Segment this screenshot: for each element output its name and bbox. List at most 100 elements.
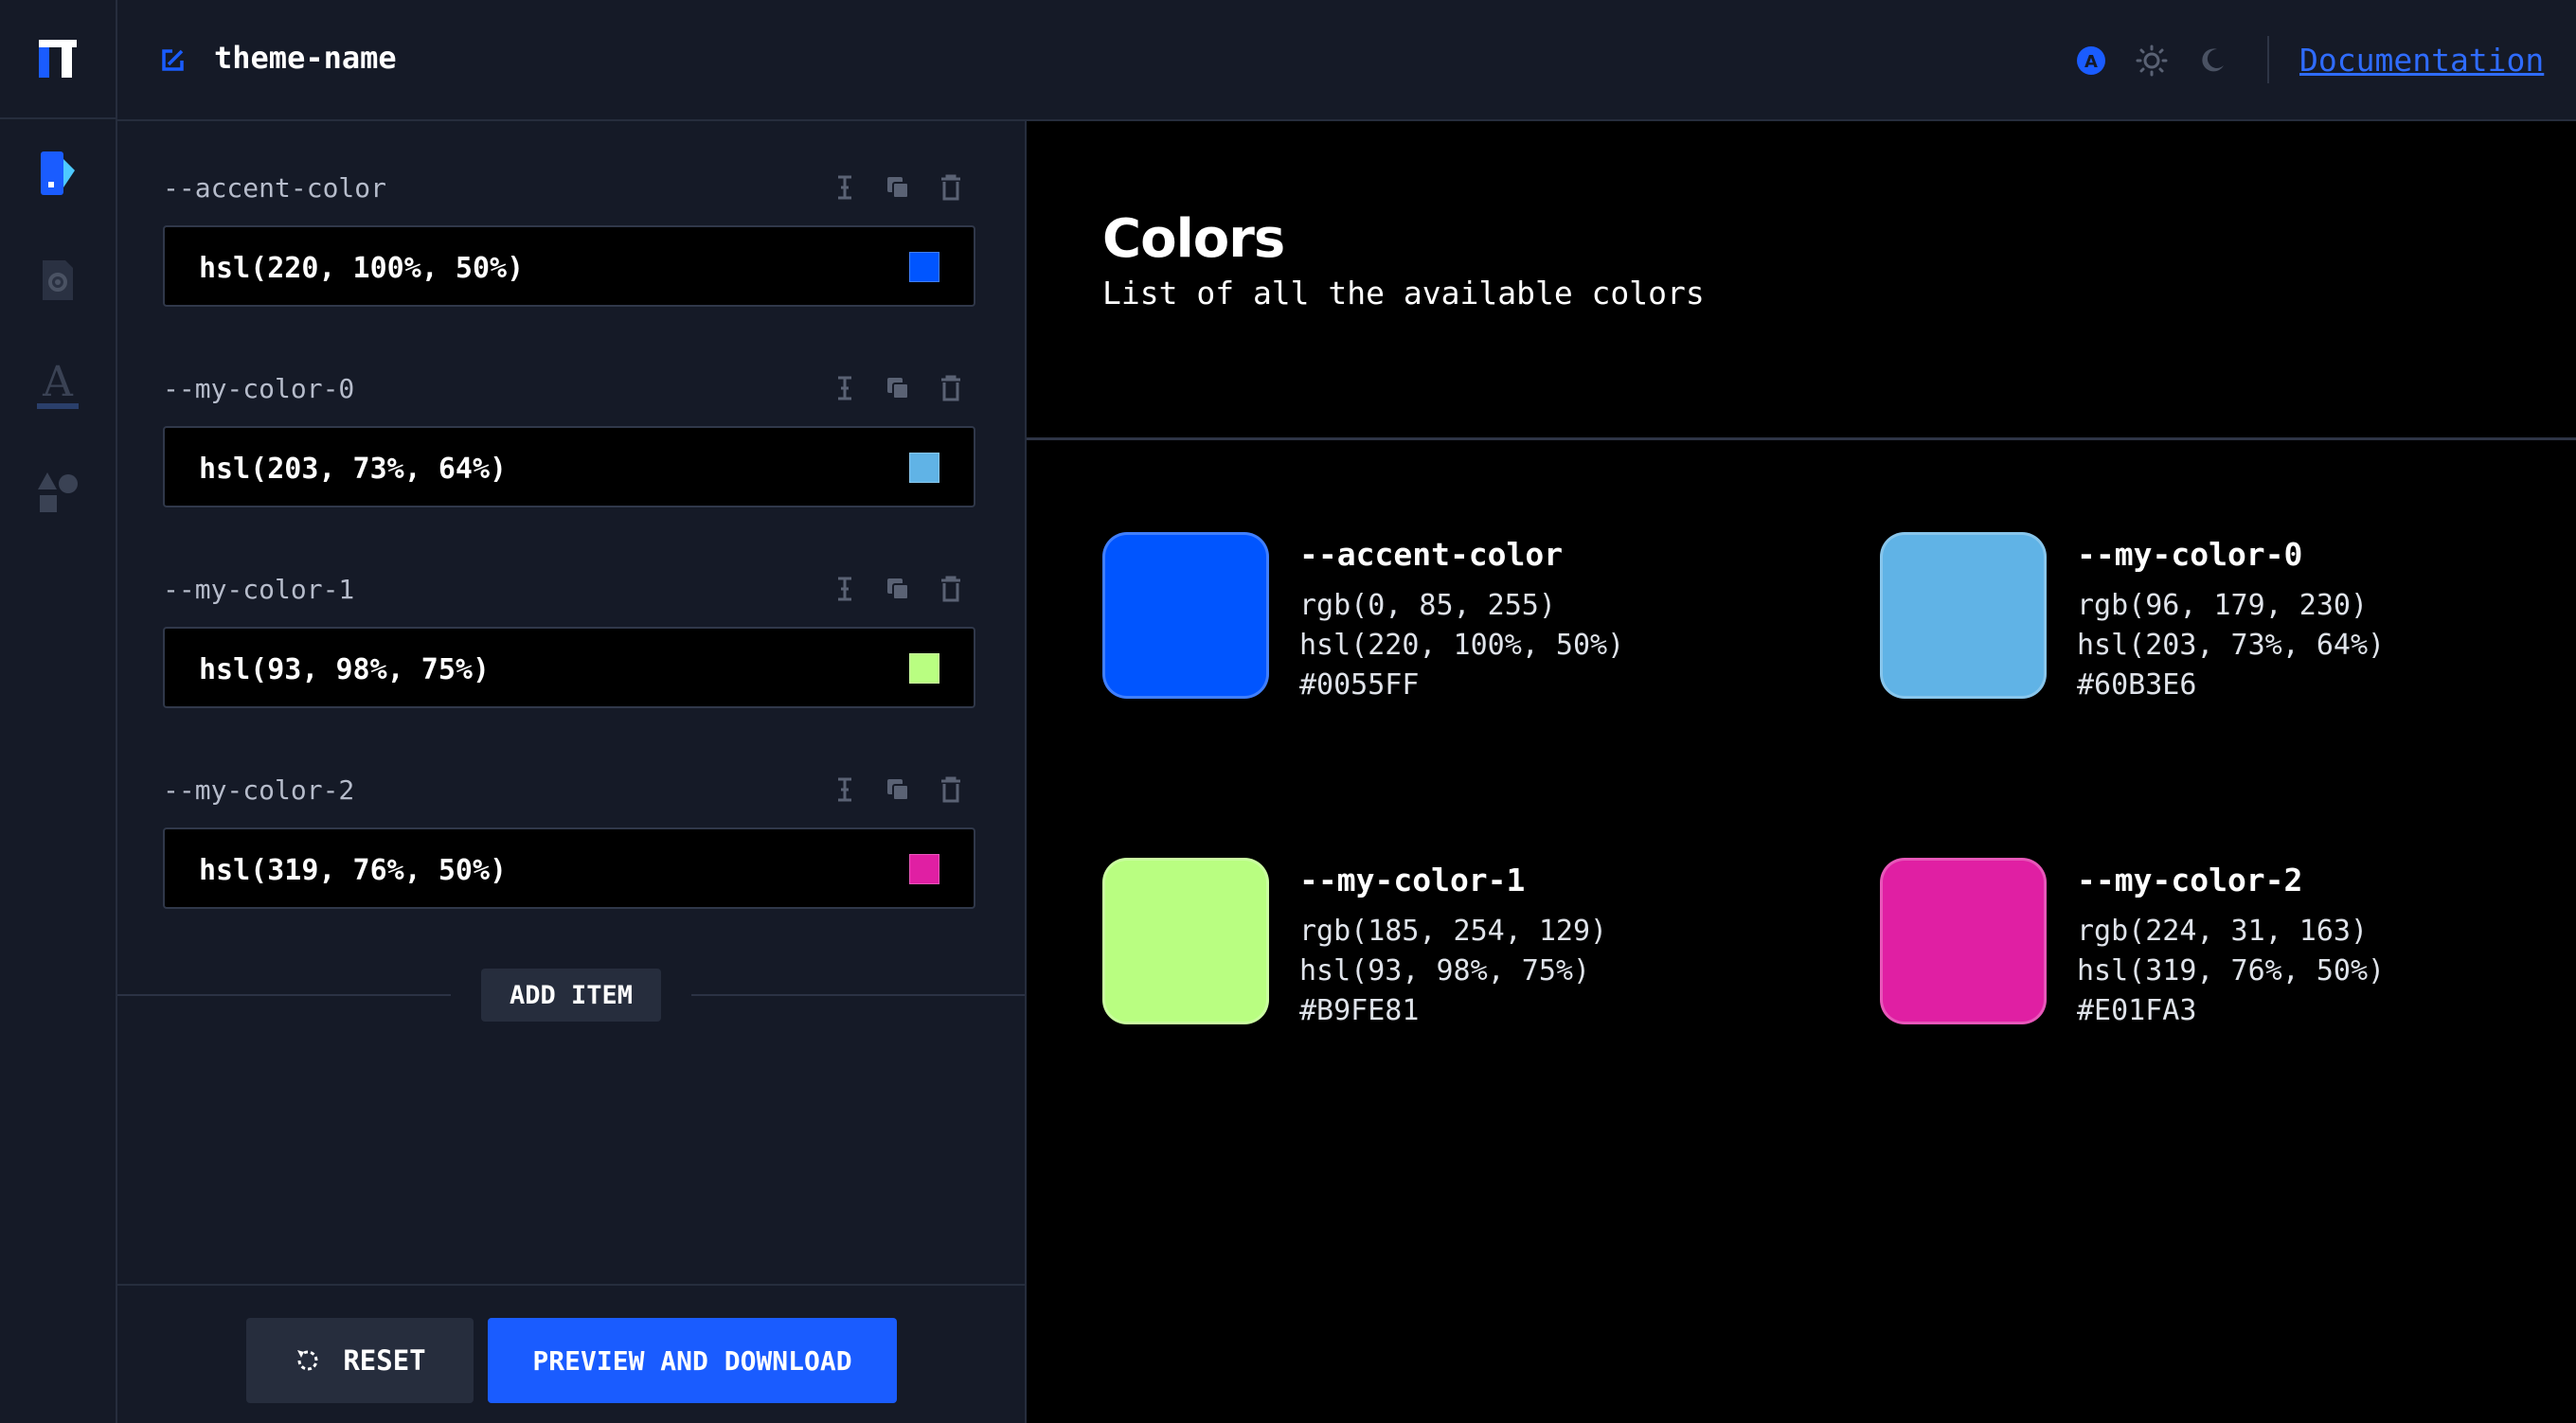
delete-button[interactable] bbox=[934, 773, 968, 807]
top-header: theme-name A Documentation bbox=[117, 0, 2576, 121]
color-card: --my-color-2 rgb(224, 31, 163) hsl(319, … bbox=[1880, 858, 2576, 1028]
auto-mode-icon: A bbox=[2077, 46, 2105, 75]
moon-icon bbox=[2202, 48, 2224, 72]
color-value-field[interactable]: hsl(319, 76%, 50%) bbox=[163, 827, 975, 909]
add-item-button[interactable]: ADD ITEM bbox=[481, 969, 661, 1022]
color-card: --my-color-0 rgb(96, 179, 230) hsl(203, … bbox=[1880, 532, 2576, 703]
color-value-field[interactable]: hsl(203, 73%, 64%) bbox=[163, 426, 975, 507]
color-value-text[interactable]: hsl(319, 76%, 50%) bbox=[199, 854, 507, 887]
color-card-swatch bbox=[1880, 858, 2047, 1024]
svg-text:A: A bbox=[42, 362, 74, 406]
color-value-text[interactable]: hsl(203, 73%, 64%) bbox=[199, 453, 507, 486]
rename-button[interactable] bbox=[828, 572, 862, 606]
add-divider-left bbox=[117, 994, 451, 996]
delete-button[interactable] bbox=[934, 170, 968, 205]
palette-icon bbox=[41, 151, 75, 195]
color-card-hex: #E01FA3 bbox=[2077, 994, 2197, 1027]
text-cursor-icon bbox=[838, 175, 851, 200]
variable-toolbar bbox=[828, 572, 970, 610]
edit-icon[interactable] bbox=[159, 47, 186, 74]
variable-label: --my-color-0 bbox=[163, 373, 355, 404]
reset-button[interactable]: RESET bbox=[246, 1318, 474, 1403]
color-swatch-picker[interactable] bbox=[909, 653, 939, 684]
copy-icon bbox=[887, 779, 909, 801]
variable-toolbar bbox=[828, 170, 970, 208]
copy-icon bbox=[887, 578, 909, 600]
copy-icon bbox=[887, 177, 909, 199]
color-card-rgb: rgb(185, 254, 129) bbox=[1299, 915, 1608, 948]
color-card-name: --accent-color bbox=[1299, 536, 1564, 573]
sidebar-item-typography[interactable]: A bbox=[29, 358, 86, 415]
sidebar-item-palette[interactable] bbox=[29, 145, 86, 202]
color-card-name: --my-color-2 bbox=[2077, 862, 2303, 898]
color-swatch-picker[interactable] bbox=[909, 252, 939, 282]
app-logo[interactable] bbox=[0, 0, 116, 119]
light-mode-button[interactable] bbox=[2135, 44, 2169, 78]
color-value-field[interactable]: hsl(220, 100%, 50%) bbox=[163, 225, 975, 307]
color-card-rgb: rgb(0, 85, 255) bbox=[1299, 589, 1556, 622]
color-card-name: --my-color-0 bbox=[2077, 536, 2303, 573]
documentation-link[interactable]: Documentation bbox=[2299, 42, 2544, 79]
rename-button[interactable] bbox=[828, 170, 862, 205]
color-card-hex: #B9FE81 bbox=[1299, 994, 1420, 1027]
settings-doc-icon bbox=[43, 260, 73, 300]
preview-subtitle: List of all the available colors bbox=[1102, 275, 1705, 311]
color-card-swatch bbox=[1880, 532, 2047, 699]
color-swatch-picker[interactable] bbox=[909, 453, 939, 483]
color-value-text[interactable]: hsl(93, 98%, 75%) bbox=[199, 653, 490, 686]
color-card-hsl: hsl(203, 73%, 64%) bbox=[2077, 629, 2386, 662]
reset-icon bbox=[297, 1350, 318, 1371]
duplicate-button[interactable] bbox=[881, 371, 915, 405]
sidebar-item-settings[interactable] bbox=[29, 252, 86, 309]
variable-label: --accent-color bbox=[163, 172, 387, 204]
dark-mode-button[interactable] bbox=[2195, 44, 2229, 78]
color-card-swatch bbox=[1102, 858, 1269, 1024]
color-card-hsl: hsl(319, 76%, 50%) bbox=[2077, 954, 2386, 987]
duplicate-button[interactable] bbox=[881, 170, 915, 205]
preview-divider bbox=[1027, 437, 2576, 440]
typography-icon: A bbox=[37, 362, 79, 409]
svg-text:A: A bbox=[2084, 52, 2098, 72]
duplicate-button[interactable] bbox=[881, 572, 915, 606]
trash-icon bbox=[941, 375, 960, 401]
color-card-hsl: hsl(220, 100%, 50%) bbox=[1299, 629, 1625, 662]
color-card-rgb: rgb(224, 31, 163) bbox=[2077, 915, 2369, 948]
reset-label: RESET bbox=[343, 1344, 426, 1377]
theme-name-title[interactable]: theme-name bbox=[214, 40, 397, 76]
text-cursor-icon bbox=[838, 376, 851, 400]
sidebar-item-shapes[interactable] bbox=[29, 464, 86, 521]
delete-button[interactable] bbox=[934, 572, 968, 606]
footer-divider bbox=[117, 1284, 1025, 1286]
color-card: --accent-color rgb(0, 85, 255) hsl(220, … bbox=[1102, 532, 1803, 703]
rename-button[interactable] bbox=[828, 371, 862, 405]
color-card-hex: #0055FF bbox=[1299, 668, 1420, 702]
duplicate-button[interactable] bbox=[881, 773, 915, 807]
app-window: A theme-name A Documentation --accent-co… bbox=[0, 0, 2576, 1423]
color-value-field[interactable]: hsl(93, 98%, 75%) bbox=[163, 627, 975, 708]
color-swatch-picker[interactable] bbox=[909, 854, 939, 884]
color-card-name: --my-color-1 bbox=[1299, 862, 1526, 898]
rename-button[interactable] bbox=[828, 773, 862, 807]
preview-download-button[interactable]: PREVIEW AND DOWNLOAD bbox=[488, 1318, 897, 1403]
color-card-swatch bbox=[1102, 532, 1269, 699]
trash-icon bbox=[941, 776, 960, 803]
color-value-text[interactable]: hsl(220, 100%, 50%) bbox=[199, 252, 524, 285]
color-card-hex: #60B3E6 bbox=[2077, 668, 2197, 702]
color-card-rgb: rgb(96, 179, 230) bbox=[2077, 589, 2369, 622]
color-card: --my-color-1 rgb(185, 254, 129) hsl(93, … bbox=[1102, 858, 1803, 1028]
variables-editor: --accent-color hsl(220, 100%, 50%) --my-… bbox=[117, 121, 1027, 1423]
shapes-icon bbox=[38, 472, 78, 512]
colors-preview: Colors List of all the available colors … bbox=[1027, 121, 2576, 1423]
preview-title: Colors bbox=[1102, 208, 1285, 270]
delete-button[interactable] bbox=[934, 371, 968, 405]
trash-icon bbox=[941, 576, 960, 602]
copy-icon bbox=[887, 378, 909, 400]
sun-icon bbox=[2136, 44, 2168, 77]
trash-icon bbox=[941, 174, 960, 201]
variable-label: --my-color-1 bbox=[163, 574, 355, 605]
sidebar: A bbox=[0, 0, 117, 1423]
text-cursor-icon bbox=[838, 777, 851, 802]
text-cursor-icon bbox=[838, 577, 851, 601]
variable-toolbar bbox=[828, 371, 970, 409]
auto-mode-button[interactable]: A bbox=[2074, 44, 2108, 78]
